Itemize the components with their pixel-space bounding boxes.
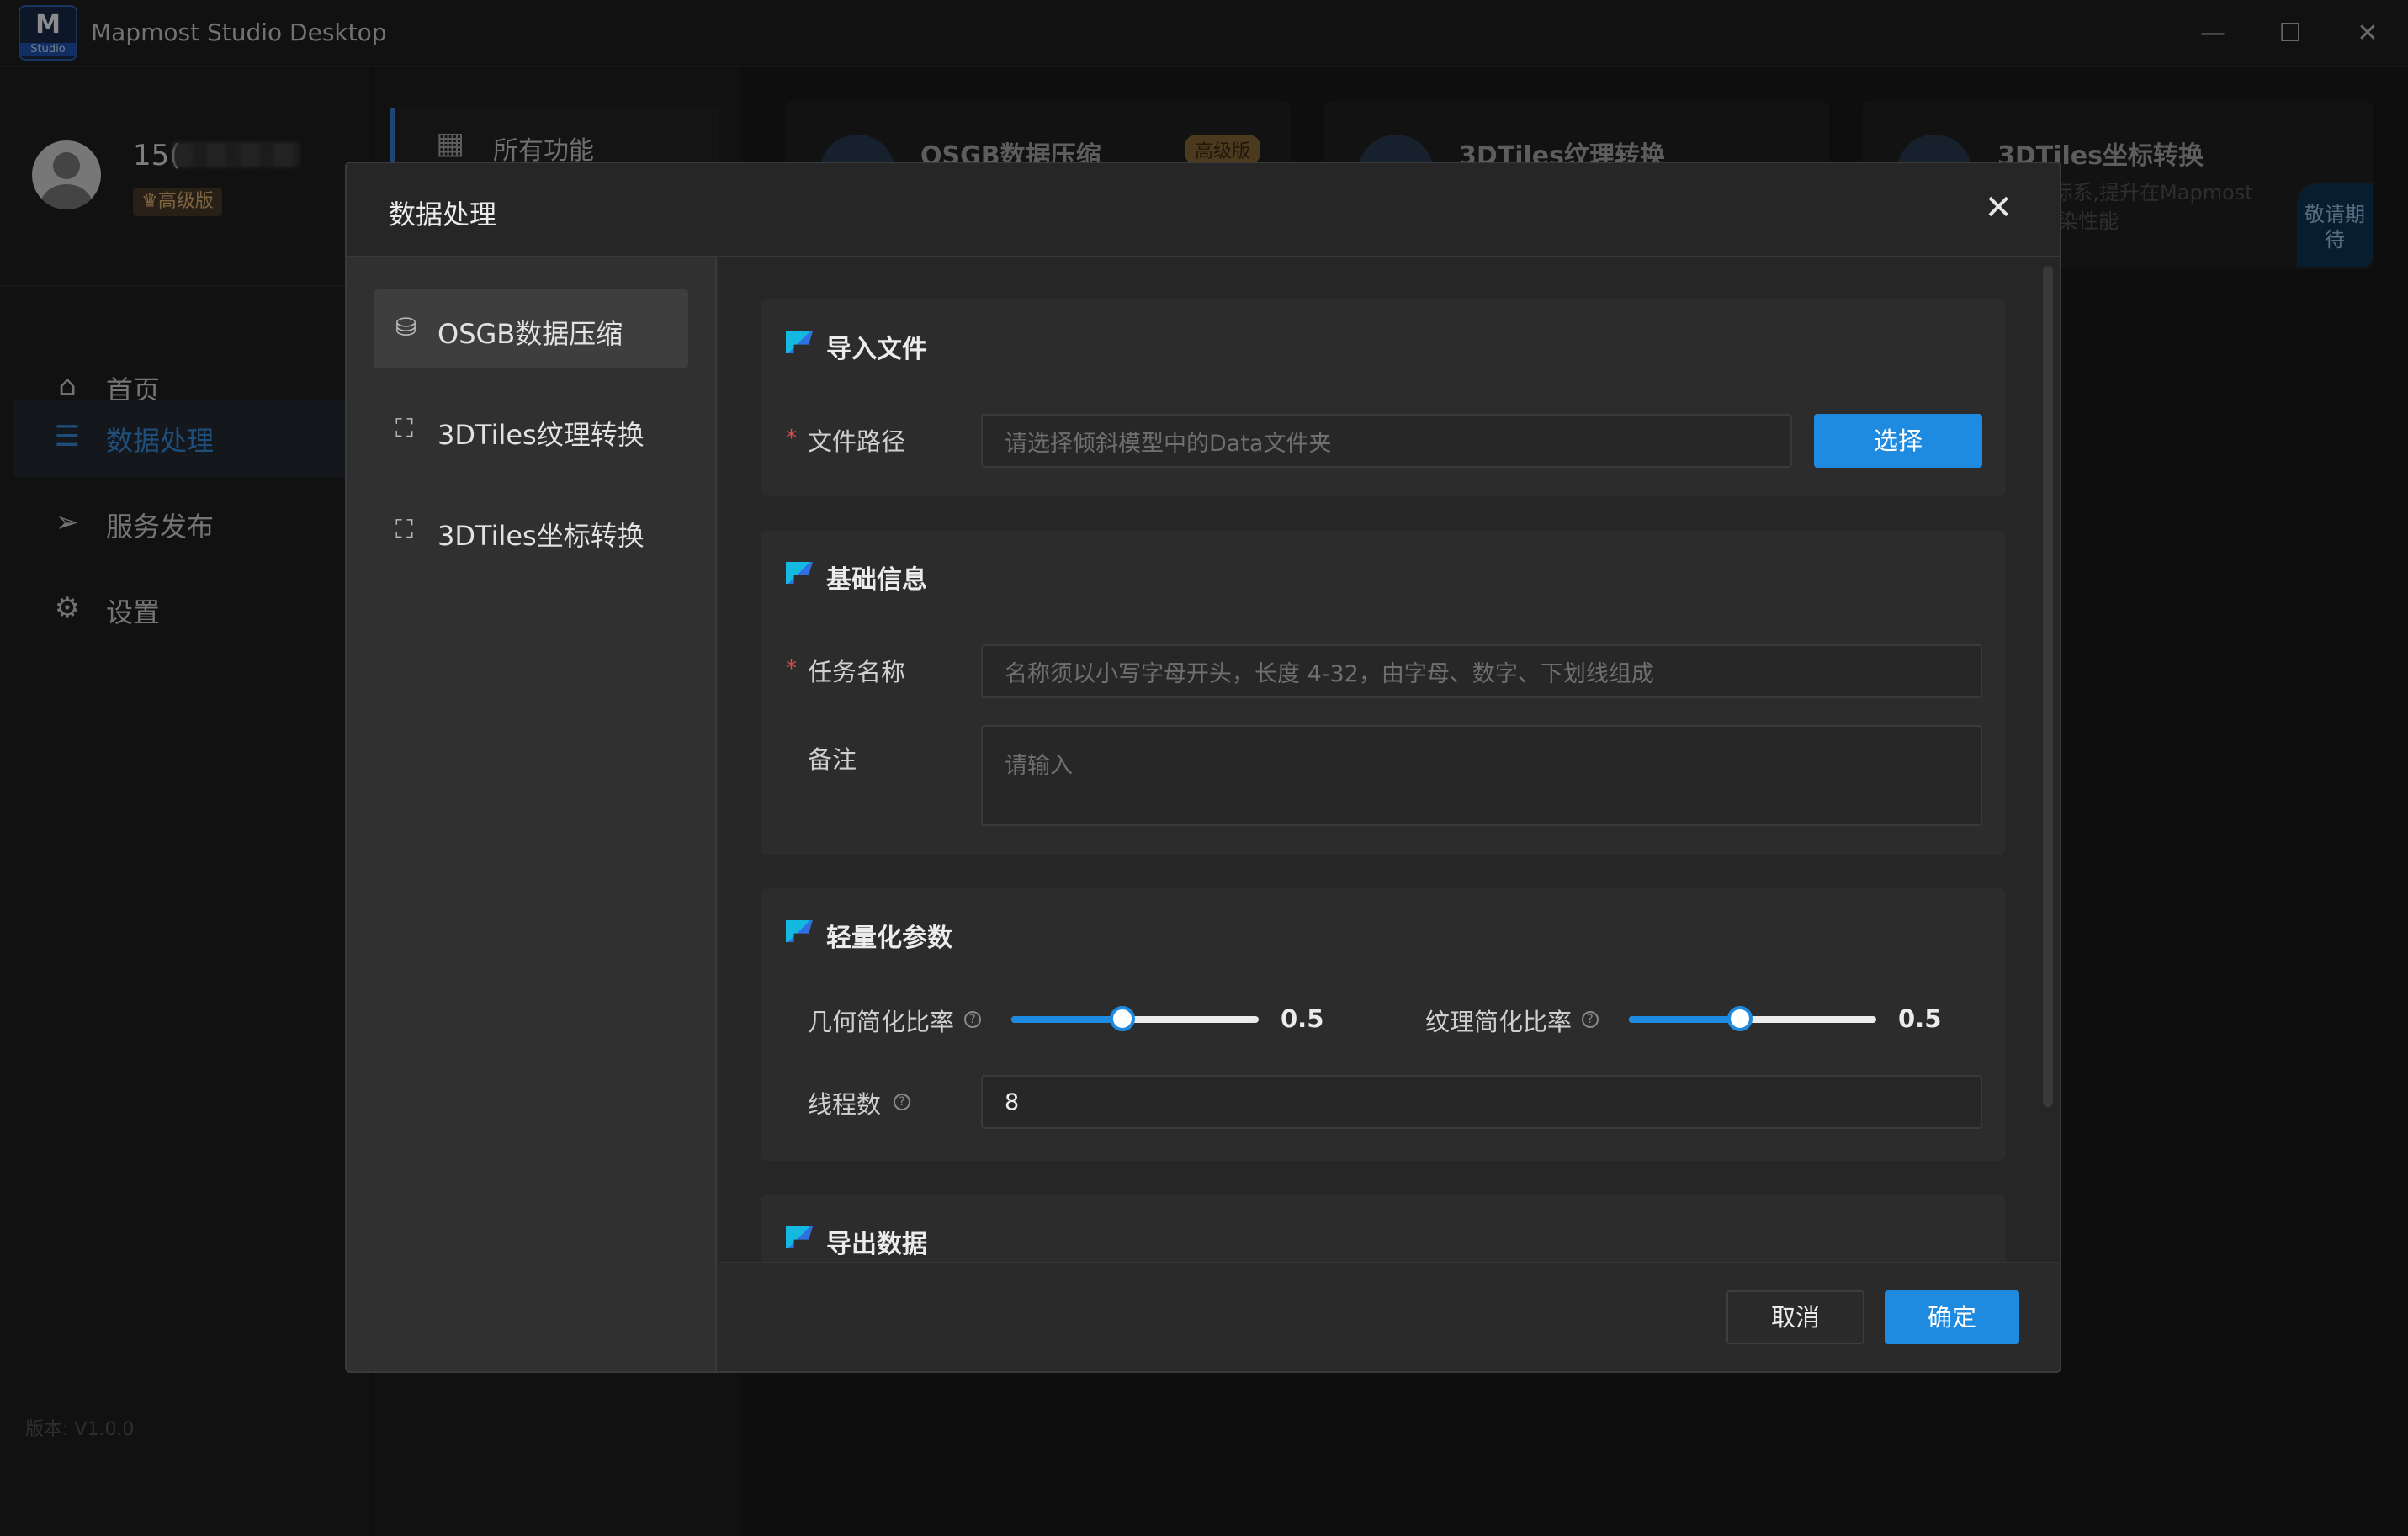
lightweight-section: 轻量化参数 几何简化比率 ? 0.5 纹理简化比率 ? 0.5 线程数 ? 8 bbox=[761, 888, 2006, 1161]
note-label: 备注 bbox=[808, 745, 857, 774]
import-section: 导入文件 * 文件路径 请选择倾斜模型中的Data文件夹 选择 bbox=[761, 299, 2006, 496]
modal-title: 数据处理 bbox=[389, 199, 497, 230]
note-textarea[interactable]: 请输入 bbox=[981, 725, 1982, 826]
choose-button[interactable]: 选择 bbox=[1814, 414, 1982, 468]
export-section: 导出数据 bbox=[761, 1194, 2006, 1262]
section-title: 基础信息 bbox=[826, 565, 927, 595]
close-icon[interactable]: ✕ bbox=[1984, 188, 2013, 227]
scrollbar[interactable] bbox=[2043, 266, 2053, 1107]
frame-icon: ⛶ bbox=[395, 414, 413, 443]
modal-header: 数据处理 ✕ bbox=[347, 163, 2060, 257]
modal-nav-label: 3DTiles坐标转换 bbox=[438, 520, 644, 552]
file-path-input[interactable]: 请选择倾斜模型中的Data文件夹 bbox=[981, 414, 1792, 468]
slider-fill bbox=[1629, 1016, 1741, 1023]
slider-fill bbox=[1011, 1016, 1123, 1023]
modal-nav: ⛁ OSGB数据压缩 ⛶ 3DTiles纹理转换 ⛶ 3DTiles坐标转换 bbox=[347, 257, 717, 1371]
slider-thumb[interactable] bbox=[1110, 1006, 1136, 1031]
flag-icon bbox=[786, 331, 813, 353]
geometry-ratio-value: 0.5 bbox=[1281, 1004, 1324, 1033]
task-name-label: 任务名称 bbox=[808, 658, 906, 686]
modal-nav-3dtiles-coordinate[interactable]: ⛶ 3DTiles坐标转换 bbox=[374, 491, 688, 570]
help-icon[interactable]: ? bbox=[894, 1094, 910, 1110]
modal-nav-3dtiles-texture[interactable]: ⛶ 3DTiles纹理转换 bbox=[374, 390, 688, 469]
geometry-ratio-slider[interactable] bbox=[1011, 1006, 1259, 1031]
flag-icon bbox=[786, 920, 813, 942]
texture-ratio-value: 0.5 bbox=[1898, 1004, 1942, 1033]
frame-icon: ⛶ bbox=[395, 515, 413, 544]
required-mark: * bbox=[786, 426, 797, 451]
confirm-button[interactable]: 确定 bbox=[1885, 1290, 2019, 1344]
flag-icon bbox=[786, 562, 813, 584]
thread-count-label: 线程数 bbox=[808, 1090, 882, 1119]
basic-info-section: 基础信息 * 任务名称 名称须以小写字母开头，长度 4-32，由字母、数字、下划… bbox=[761, 530, 2006, 855]
texture-ratio-label: 纹理简化比率 bbox=[1425, 1008, 1573, 1036]
help-icon[interactable]: ? bbox=[1582, 1011, 1599, 1028]
modal-form: 导入文件 * 文件路径 请选择倾斜模型中的Data文件夹 选择 基础信息 * 任… bbox=[719, 257, 2060, 1262]
modal-footer: 取消 确定 bbox=[719, 1262, 2060, 1371]
help-icon[interactable]: ? bbox=[964, 1011, 981, 1028]
section-title: 导入文件 bbox=[826, 335, 927, 364]
task-name-input[interactable]: 名称须以小写字母开头，长度 4-32，由字母、数字、下划线组成 bbox=[981, 644, 1982, 698]
archive-icon: ⛁ bbox=[395, 313, 417, 342]
flag-icon bbox=[786, 1226, 813, 1248]
section-title: 轻量化参数 bbox=[826, 924, 952, 953]
thread-count-input[interactable]: 8 bbox=[981, 1075, 1982, 1129]
modal-nav-label: OSGB数据压缩 bbox=[438, 318, 623, 350]
texture-ratio-slider[interactable] bbox=[1629, 1006, 1876, 1031]
geometry-ratio-label: 几何简化比率 bbox=[808, 1008, 955, 1036]
modal-nav-label: 3DTiles纹理转换 bbox=[438, 419, 644, 451]
required-mark: * bbox=[786, 656, 797, 681]
slider-thumb[interactable] bbox=[1727, 1006, 1753, 1031]
data-processing-modal: 数据处理 ✕ ⛁ OSGB数据压缩 ⛶ 3DTiles纹理转换 ⛶ 3DTile… bbox=[345, 162, 2061, 1373]
section-title: 导出数据 bbox=[826, 1230, 927, 1259]
modal-nav-osgb[interactable]: ⛁ OSGB数据压缩 bbox=[374, 289, 688, 368]
cancel-button[interactable]: 取消 bbox=[1726, 1290, 1864, 1344]
file-path-label: 文件路径 bbox=[808, 427, 906, 456]
